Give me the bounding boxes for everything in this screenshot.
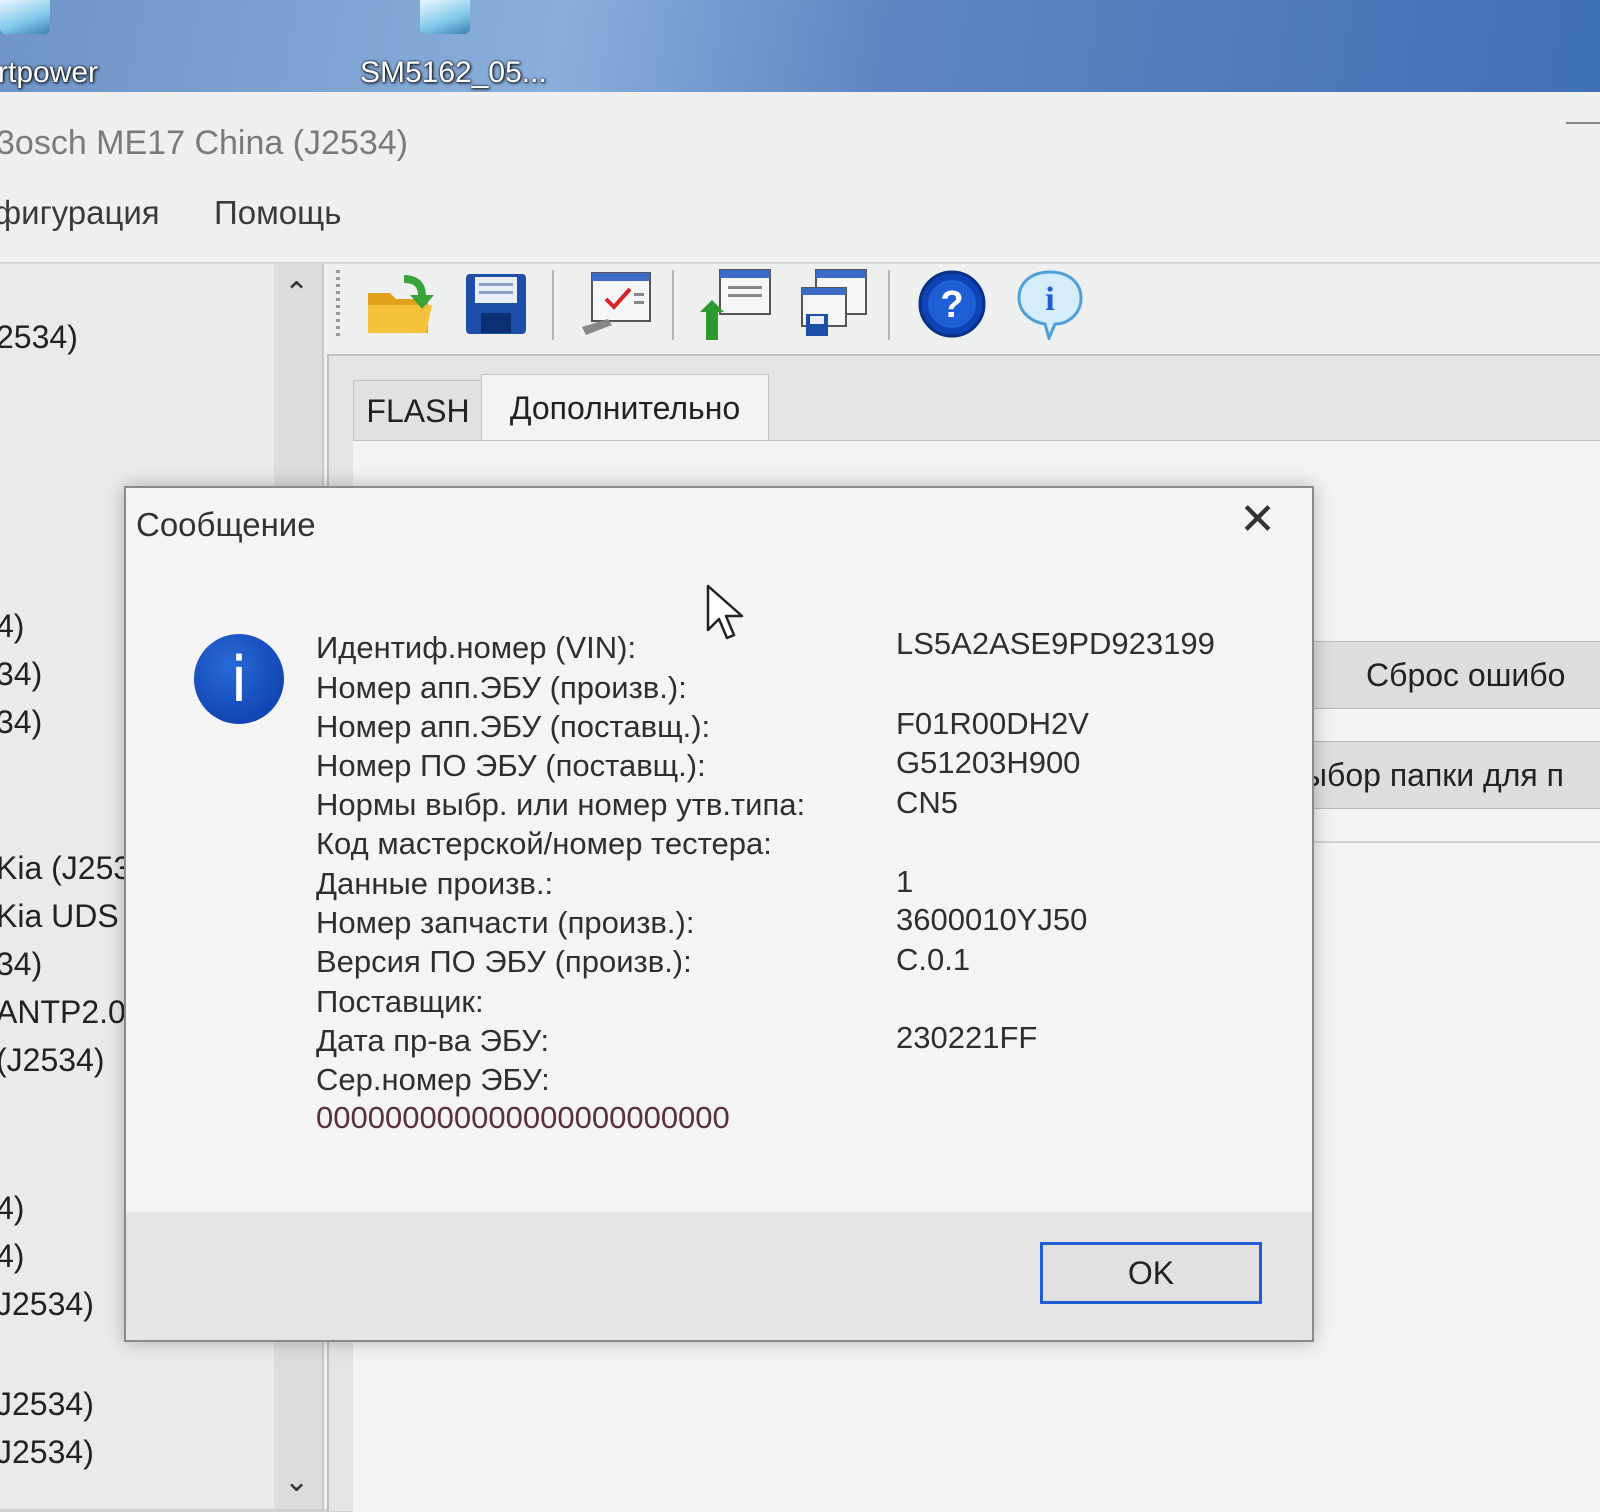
field-value: G51203H900 — [896, 745, 1081, 780]
ok-button[interactable]: OK — [1040, 1242, 1262, 1304]
scroll-up-icon[interactable]: ⌃ — [284, 276, 309, 311]
toolbar-grip[interactable] — [336, 270, 340, 340]
tree-item[interactable]: ANTP2.0 — [0, 994, 126, 1031]
tree-item[interactable]: 4) — [0, 1238, 24, 1275]
desktop-shortcut-label: SM5162_05... — [360, 56, 547, 89]
field-label: Данные произв.: — [316, 866, 554, 901]
tree-item[interactable]: (J2534) — [0, 1042, 105, 1079]
field-label: Код мастерской/номер тестера: — [316, 826, 772, 861]
field-value: 3600010YJ50 — [896, 902, 1088, 937]
help-icon[interactable]: ? — [912, 264, 992, 344]
open-folder-icon[interactable] — [360, 264, 440, 344]
application-icon — [420, 0, 470, 34]
scroll-down-icon[interactable]: ⌄ — [284, 1464, 309, 1499]
field-value: LS5A2ASE9PD923199 — [896, 626, 1215, 661]
dialog-footer: OK — [126, 1212, 1312, 1340]
mouse-cursor-icon — [706, 584, 746, 649]
toolbar: ? i — [330, 264, 1600, 344]
svg-text:?: ? — [940, 284, 963, 326]
svg-text:i: i — [1045, 281, 1054, 318]
field-value: 1 — [896, 864, 914, 899]
information-icon: i — [194, 634, 284, 724]
tree-item[interactable]: J2534) — [0, 1286, 94, 1323]
reset-errors-button[interactable]: Сброс ошибо — [1303, 641, 1600, 709]
tree-item[interactable]: J2534) — [0, 1434, 94, 1471]
tree-item[interactable]: Kia UDS ( — [0, 898, 138, 935]
save-icon[interactable] — [456, 264, 536, 344]
tree-item[interactable]: 34) — [0, 704, 42, 741]
toolbar-separator — [552, 270, 554, 340]
field-label: Версия ПО ЭБУ (произв.): — [316, 944, 692, 979]
ecu-settings-icon[interactable] — [576, 264, 656, 344]
tree-item[interactable]: J2534) — [0, 1386, 94, 1423]
field-value: F01R00DH2V — [896, 706, 1089, 741]
toolbar-separator — [888, 270, 890, 340]
application-icon — [0, 0, 50, 34]
write-ecu-icon[interactable] — [794, 264, 874, 344]
serial-number-value: 000000000000000000000000 — [316, 1100, 730, 1135]
field-label: Номер ПО ЭБУ (поставщ.): — [316, 748, 706, 783]
divider — [1303, 841, 1600, 843]
info-icon[interactable]: i — [1010, 264, 1090, 344]
field-label: Сер.номер ЭБУ: — [316, 1062, 550, 1097]
choose-folder-button[interactable]: ыбор папки для п — [1303, 741, 1600, 809]
tree-item[interactable]: 4) — [0, 608, 24, 645]
close-icon[interactable]: ✕ — [1239, 498, 1276, 542]
minimize-button[interactable] — [1566, 122, 1600, 124]
field-label: Поставщик: — [316, 984, 484, 1019]
read-ecu-icon[interactable] — [698, 264, 778, 344]
tab-additional[interactable]: Дополнительно — [481, 374, 769, 441]
menu-help[interactable]: Помощь — [214, 194, 341, 232]
field-value: 230221FF — [896, 1020, 1038, 1055]
field-label: Нормы выбр. или номер утв.типа: — [316, 787, 806, 822]
tree-item[interactable]: 2534) — [0, 319, 78, 356]
desktop-shortcut-label: rtpower — [0, 56, 99, 89]
field-value: CN5 — [896, 785, 959, 820]
field-label: Номер апп.ЭБУ (произв.): — [316, 670, 687, 705]
field-label: Дата пр-ва ЭБУ: — [316, 1023, 550, 1058]
field-value: C.0.1 — [896, 942, 971, 977]
menu-bar: фигурация Помощь — [0, 194, 1600, 242]
field-label: Номер запчасти (произв.): — [316, 905, 695, 940]
tree-item[interactable]: 34) — [0, 946, 42, 983]
toolbar-separator — [672, 270, 674, 340]
dialog-title: Сообщение — [136, 506, 316, 543]
tree-item[interactable]: Kia (J253 — [0, 850, 131, 887]
tree-item[interactable]: 34) — [0, 656, 42, 693]
field-label: Идентиф.номер (VIN): — [316, 630, 637, 665]
desktop-background: rtpower SM5162_05... — [0, 0, 1600, 100]
tree-item[interactable]: 4) — [0, 1190, 24, 1227]
field-label: Номер апп.ЭБУ (поставщ.): — [316, 709, 711, 744]
menu-configuration[interactable]: фигурация — [0, 194, 160, 232]
window-title: 3osch ME17 China (J2534) — [0, 124, 409, 162]
tab-flash[interactable]: FLASH — [353, 380, 483, 441]
